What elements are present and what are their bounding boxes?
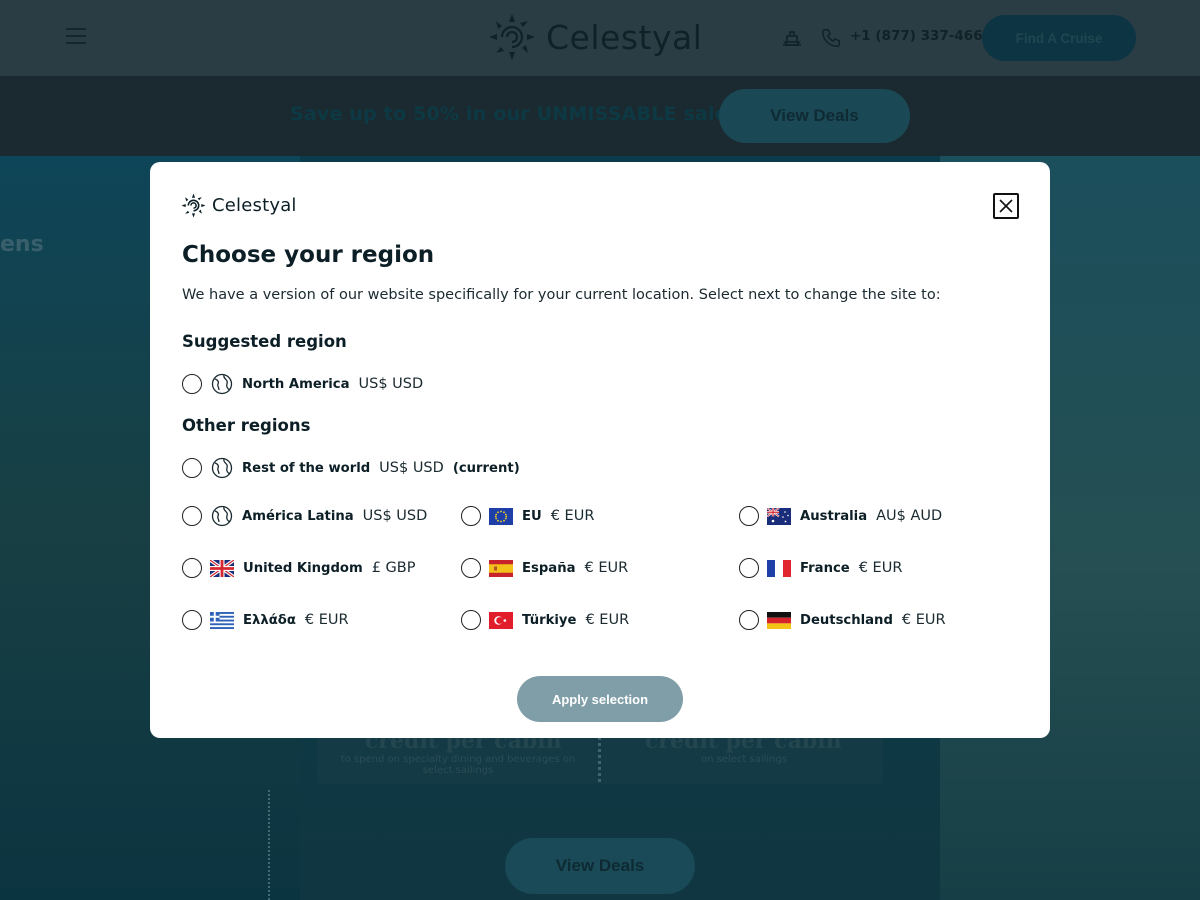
brand-name: Celestyal	[546, 17, 703, 57]
spain-flag-icon	[489, 559, 513, 577]
region-option-espana[interactable]: España € EUR	[461, 556, 628, 580]
promo-view-deals-button[interactable]: View Deals	[719, 89, 910, 143]
hero-view-deals-button[interactable]: View Deals	[505, 838, 695, 894]
greece-flag-icon	[210, 611, 234, 629]
region-option-united-kingdom[interactable]: United Kingdom £ GBP	[182, 556, 415, 580]
radio-button[interactable]	[739, 610, 759, 630]
close-button[interactable]	[993, 193, 1019, 219]
region-option-north-america[interactable]: North America US$ USD	[182, 372, 423, 396]
region-currency: US$ USD	[358, 376, 424, 392]
uk-flag-icon	[210, 559, 234, 577]
radio-button[interactable]	[461, 506, 481, 526]
site-header: Celestyal +1 (877) 337-4665 Find A Cruis…	[0, 0, 1200, 76]
globe-icon	[211, 505, 233, 527]
globe-icon	[211, 457, 233, 479]
radio-button[interactable]	[461, 558, 481, 578]
region-name: Rest of the world	[242, 460, 371, 476]
region-currency: £ GBP	[371, 560, 416, 576]
region-option-rest-of-world[interactable]: Rest of the world US$ USD (current)	[182, 456, 520, 480]
france-flag-icon	[767, 559, 791, 577]
region-option-eu[interactable]: EU € EUR	[461, 504, 594, 528]
promo-text: Save up to 50% in our UNMISSABLE sale!	[290, 103, 737, 125]
region-name: Ελλάδα	[243, 612, 296, 628]
find-a-cruise-button[interactable]: Find A Cruise	[982, 15, 1136, 61]
region-currency: € EUR	[901, 612, 946, 628]
region-name: North America	[242, 376, 350, 392]
region-name: América Latina	[242, 508, 354, 524]
close-icon	[999, 199, 1013, 213]
eu-flag-icon	[489, 507, 513, 525]
region-name: Deutschland	[800, 612, 893, 628]
radio-button[interactable]	[182, 610, 202, 630]
apply-selection-button[interactable]: Apply selection	[517, 676, 683, 722]
suggested-region-heading: Suggested region	[182, 332, 347, 351]
celestyal-logo-icon	[181, 193, 206, 218]
region-currency: € EUR	[584, 560, 629, 576]
region-name: United Kingdom	[243, 560, 363, 576]
region-option-france[interactable]: France € EUR	[739, 556, 902, 580]
region-currency: AU$ AUD	[876, 508, 943, 524]
celestyal-logo-icon	[489, 14, 535, 60]
region-currency: € EUR	[858, 560, 903, 576]
region-currency: € EUR	[550, 508, 595, 524]
hero-decoration	[268, 790, 270, 900]
menu-icon[interactable]	[66, 28, 86, 46]
region-name: Türkiye	[522, 612, 577, 628]
hero-offer-right-sub: on select sailings	[700, 754, 788, 765]
germany-flag-icon	[767, 611, 791, 629]
radio-button[interactable]	[182, 506, 202, 526]
region-currency: € EUR	[304, 612, 349, 628]
turkey-flag-icon	[489, 611, 513, 629]
region-currency: US$ USD	[362, 508, 428, 524]
modal-logo-name: Celestyal	[212, 195, 297, 216]
phone-icon[interactable]	[820, 27, 842, 49]
current-region-tag: (current)	[452, 460, 520, 476]
other-regions-heading: Other regions	[182, 416, 311, 435]
region-option-turkiye[interactable]: Türkiye € EUR	[461, 608, 629, 632]
phone-number-link[interactable]: +1 (877) 337-4665	[850, 28, 992, 44]
region-option-deutschland[interactable]: Deutschland € EUR	[739, 608, 946, 632]
modal-description: We have a version of our website specifi…	[182, 287, 941, 303]
radio-button[interactable]	[182, 458, 202, 478]
region-currency: € EUR	[585, 612, 630, 628]
radio-button[interactable]	[739, 506, 759, 526]
australia-flag-icon	[767, 507, 791, 525]
radio-button[interactable]	[182, 374, 202, 394]
region-currency: US$ USD	[379, 460, 444, 476]
region-option-australia[interactable]: Australia AU$ AUD	[739, 504, 942, 528]
globe-icon	[211, 373, 233, 395]
region-name: España	[522, 560, 576, 576]
radio-button[interactable]	[461, 610, 481, 630]
region-name: France	[800, 560, 850, 576]
radio-button[interactable]	[739, 558, 759, 578]
region-name: Australia	[800, 508, 868, 524]
ship-icon[interactable]	[780, 26, 804, 50]
radio-button[interactable]	[182, 558, 202, 578]
hero-offer-left-sub: to spend on specialty dining and beverag…	[340, 754, 576, 776]
modal-logo: Celestyal	[181, 193, 297, 218]
brand-logo[interactable]: Celestyal	[488, 12, 702, 62]
hero-partial-text: ens	[0, 232, 44, 257]
modal-title: Choose your region	[182, 242, 435, 268]
region-option-america-latina[interactable]: América Latina US$ USD	[182, 504, 427, 528]
region-modal: Celestyal Choose your region We have a v…	[150, 162, 1050, 738]
region-option-greece[interactable]: Ελλάδα € EUR	[182, 608, 349, 632]
region-name: EU	[522, 508, 542, 524]
